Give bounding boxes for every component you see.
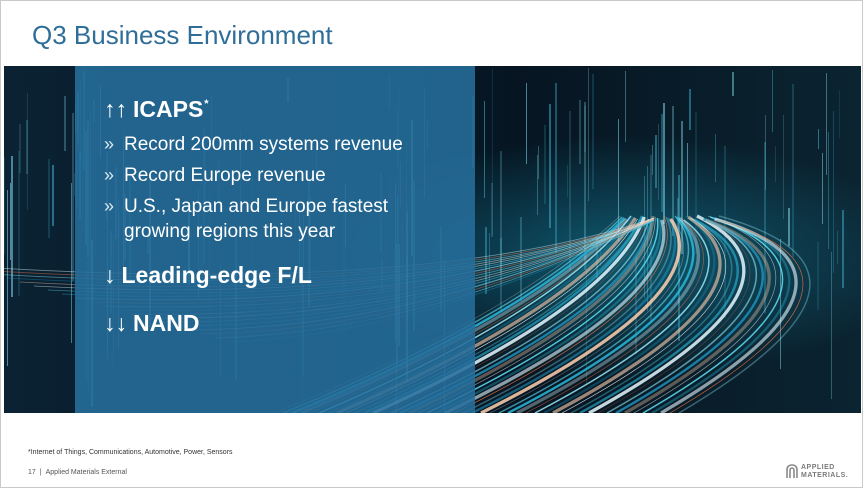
heading-leading-edge: ↓ Leading-edge F/L [104,262,312,289]
applied-materials-logo-icon [786,464,798,478]
down-arrow-icon: ↓ [104,262,116,288]
footnote: *Internet of Things, Communications, Aut… [28,449,233,456]
logo-line-1: APPLIED [801,464,835,471]
heading-nand-label: NAND [133,310,200,336]
hero-image: ↑↑ ICAPS* » Record 200mm systems revenue … [4,66,861,413]
page-number: 17 [28,469,36,476]
company-logo: APPLIED MATERIALS. [786,463,856,481]
logo-text: APPLIED MATERIALS. [801,464,848,480]
bullet-marker: » [104,165,115,185]
slide-title: Q3 Business Environment [32,20,333,50]
bullet-text: Record 200mm systems revenue [124,134,403,155]
heading-nand: ↓↓ NAND [104,310,199,337]
logo-line-2: MATERIALS. [801,472,849,479]
bullet-item: » Record 200mm systems revenue [104,132,464,157]
footnote-marker: * [204,98,209,110]
heading-leading-edge-label: Leading-edge F/L [121,262,312,288]
bullet-item: » Record Europe revenue [104,163,464,188]
up-arrows-icon: ↑↑ [104,96,127,122]
footer: 17 | Applied Materials External [28,469,127,476]
heading-icaps: ↑↑ ICAPS* [104,96,209,123]
bullet-marker: » [104,196,115,216]
bullet-text: U.S., Japan and Europe fastest growing r… [124,196,389,242]
bullet-text: Record Europe revenue [124,165,326,186]
bullet-marker: » [104,134,115,154]
footer-separator: | [39,469,42,476]
bullet-item: » U.S., Japan and Europe fastest growing… [104,194,434,244]
down-arrows-icon: ↓↓ [104,310,127,336]
text-panel: ↑↑ ICAPS* » Record 200mm systems revenue … [75,66,475,413]
footer-label: Applied Materials External [45,469,127,476]
heading-icaps-label: ICAPS [133,96,204,122]
